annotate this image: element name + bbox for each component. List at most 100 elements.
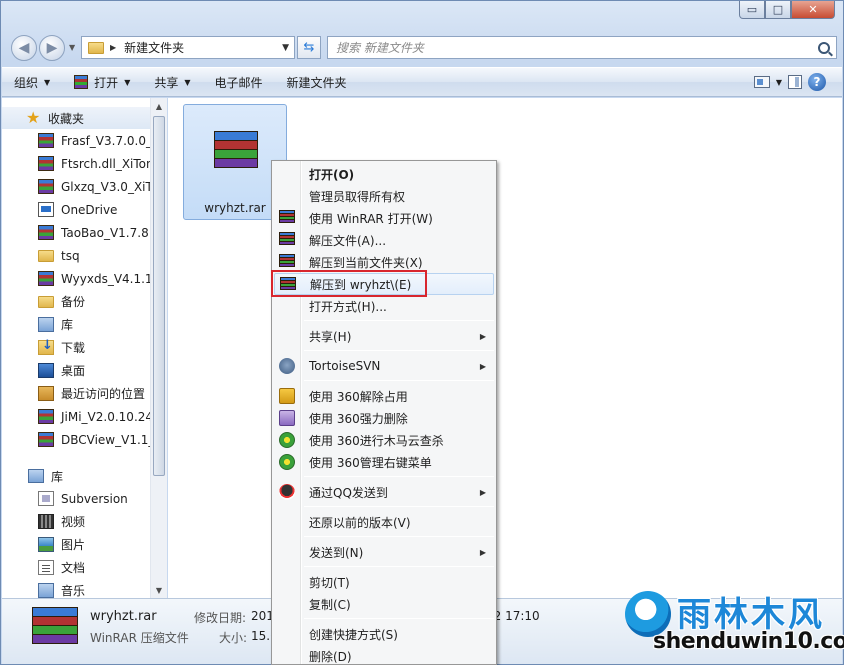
winrar-icon bbox=[38, 271, 54, 286]
recent-pages-dropdown[interactable]: ▼ bbox=[69, 43, 75, 52]
maximize-button[interactable]: □ bbox=[765, 1, 791, 19]
address-path: 新建文件夹 bbox=[124, 41, 185, 55]
context-menu-item[interactable]: 使用 360管理右键菜单 bbox=[274, 451, 494, 473]
forward-button[interactable]: ▶ bbox=[39, 35, 65, 61]
nav-favorite-item[interactable]: 库 bbox=[2, 313, 151, 336]
organize-button[interactable]: 组织 ▼ bbox=[2, 68, 62, 96]
winrar-archive-icon bbox=[214, 131, 258, 171]
nav-library-item-label: 文档 bbox=[61, 561, 86, 575]
nav-favorite-item[interactable]: tsq bbox=[2, 244, 151, 267]
back-button[interactable]: ◀ bbox=[11, 35, 37, 61]
file-list: wryhzt.rar bbox=[168, 98, 842, 598]
address-bar[interactable]: ▶ 新建文件夹 ▼ bbox=[81, 36, 295, 59]
context-menu-item[interactable]: 还原以前的版本(V) bbox=[274, 511, 494, 533]
folder-icon bbox=[38, 249, 54, 262]
nav-library-item[interactable]: Subversion bbox=[2, 487, 151, 510]
nav-library-item[interactable]: 文档 bbox=[2, 556, 151, 579]
tortoisesvn-icon bbox=[279, 358, 295, 374]
360-unlock-icon bbox=[279, 388, 295, 404]
nav-libraries[interactable]: 库 bbox=[2, 465, 166, 487]
menu-separator bbox=[304, 506, 494, 507]
nav-favorite-item[interactable]: TaoBao_V1.7.8.3 bbox=[2, 221, 151, 244]
organize-label: 组织 bbox=[14, 75, 39, 90]
change-view-icon[interactable] bbox=[753, 76, 770, 88]
share-button[interactable]: 共享 ▼ bbox=[142, 68, 202, 96]
winrar-icon bbox=[38, 133, 54, 148]
context-menu-item-label: 使用 360解除占用 bbox=[309, 389, 408, 404]
arrow-left-icon: ◀ bbox=[18, 40, 30, 56]
context-menu-item[interactable]: 使用 360进行木马云查杀 bbox=[274, 429, 494, 451]
360-scan-icon bbox=[279, 432, 295, 448]
nav-favorite-item[interactable]: OneDrive bbox=[2, 198, 151, 221]
nav-favorite-item-label: Frasf_V3.7.0.0_XiTongZhiJia bbox=[61, 133, 151, 148]
winrar-icon bbox=[38, 225, 54, 240]
preview-pane-icon[interactable] bbox=[788, 75, 802, 89]
library-icon bbox=[28, 469, 44, 483]
nav-favorite-item[interactable]: Frasf_V3.7.0.0_XiTongZhiJia bbox=[2, 129, 151, 152]
context-menu-item[interactable]: 复制(C) bbox=[274, 593, 494, 615]
context-menu-item[interactable]: 发送到(N) ▶ bbox=[274, 541, 494, 563]
qq-icon bbox=[279, 484, 295, 500]
context-menu-item[interactable]: 使用 WinRAR 打开(W) bbox=[274, 207, 494, 229]
menu-separator bbox=[304, 320, 494, 321]
search-input[interactable]: 搜索 新建文件夹 bbox=[336, 39, 818, 56]
nav-favorite-item[interactable]: Glxzq_V3.0_XiTongZhiJia bbox=[2, 175, 151, 198]
nav-favorite-item-label: Wyyxds_V4.1.1.1 bbox=[61, 271, 151, 286]
submenu-arrow-icon: ▶ bbox=[479, 331, 486, 341]
nav-favorite-item[interactable]: Wyyxds_V4.1.1.1 bbox=[2, 267, 151, 290]
command-bar-right: ▼ ? bbox=[753, 73, 842, 91]
nav-library-item[interactable]: 图片 bbox=[2, 533, 151, 556]
nav-library-item-label: 图片 bbox=[61, 538, 86, 552]
search-icon[interactable] bbox=[818, 41, 830, 54]
minimize-button[interactable]: ▭ bbox=[739, 1, 765, 19]
nav-library-item[interactable]: 音乐 bbox=[2, 579, 151, 598]
address-history-dropdown[interactable]: ▼ bbox=[282, 43, 289, 53]
context-menu-item[interactable]: 使用 360强力删除 bbox=[274, 407, 494, 429]
context-menu-item[interactable]: 创建快捷方式(S) bbox=[274, 623, 494, 645]
nav-favorite-item[interactable]: 桌面 bbox=[2, 359, 151, 382]
nav-favorite-item-label: 下载 bbox=[61, 341, 86, 355]
nav-favorite-item[interactable]: 下载 bbox=[2, 336, 151, 359]
context-menu-item-label: 解压到当前文件夹(X) bbox=[309, 255, 423, 270]
context-menu-item[interactable]: 通过QQ发送到 ▶ bbox=[274, 481, 494, 503]
context-menu-item[interactable]: 删除(D) bbox=[274, 645, 494, 665]
nav-favorite-item[interactable]: 备份 bbox=[2, 290, 151, 313]
help-icon[interactable]: ? bbox=[808, 73, 826, 91]
context-menu-item[interactable]: 共享(H) ▶ bbox=[274, 325, 494, 347]
email-button[interactable]: 电子邮件 bbox=[203, 68, 275, 96]
context-menu-item[interactable]: 管理员取得所有权 bbox=[274, 185, 494, 207]
context-menu-item-label: 使用 360管理右键菜单 bbox=[309, 455, 432, 470]
context-menu-item[interactable]: 打开方式(H)... bbox=[274, 295, 494, 317]
close-button[interactable]: ✕ bbox=[791, 1, 835, 19]
nav-favorite-item[interactable]: Ftsrch.dll_XiTongZhiJia bbox=[2, 152, 151, 175]
watermark: 雨林木风 shenduwin10.com bbox=[621, 585, 844, 663]
nav-favorite-item-label: Ftsrch.dll_XiTongZhiJia bbox=[61, 156, 151, 171]
breadcrumb-arrow-icon[interactable]: ▶ bbox=[110, 43, 116, 52]
scroll-thumb[interactable] bbox=[153, 116, 165, 476]
nav-favorite-item[interactable]: DBCView_V1.1_XiTongZhiJia bbox=[2, 428, 151, 451]
nav-favorite-item[interactable]: 最近访问的位置 bbox=[2, 382, 151, 405]
new-folder-button[interactable]: 新建文件夹 bbox=[275, 68, 359, 96]
nav-scrollbar[interactable]: ▲ ▼ bbox=[150, 98, 167, 598]
refresh-button[interactable]: ⇆ bbox=[297, 36, 321, 59]
recent-places-icon bbox=[38, 386, 54, 401]
nav-favorite-item-label: 库 bbox=[61, 318, 74, 332]
nav-library-item[interactable]: 视频 bbox=[2, 510, 151, 533]
context-menu-item[interactable]: 打开(O) bbox=[274, 163, 494, 185]
search-box[interactable]: 搜索 新建文件夹 bbox=[327, 36, 837, 59]
view-dropdown-icon[interactable]: ▼ bbox=[776, 78, 782, 87]
nav-favorites[interactable]: ★ 收藏夹 bbox=[2, 107, 151, 129]
scroll-down-icon[interactable]: ▼ bbox=[151, 582, 167, 598]
context-menu-item[interactable]: 解压文件(A)... bbox=[274, 229, 494, 251]
nav-favorite-item-label: JiMi_V2.0.10.24_XiTongZhiJia bbox=[61, 409, 151, 424]
open-button[interactable]: 打开 ▼ bbox=[62, 68, 142, 96]
nav-favorite-item[interactable]: JiMi_V2.0.10.24_XiTongZhiJia bbox=[2, 405, 151, 428]
context-menu-item[interactable]: 剪切(T) bbox=[274, 571, 494, 593]
desktop-icon bbox=[38, 363, 54, 378]
context-menu-item[interactable]: TortoiseSVN ▶ bbox=[274, 355, 494, 377]
context-menu-item[interactable]: 使用 360解除占用 bbox=[274, 385, 494, 407]
context-menu-item-label: TortoiseSVN bbox=[309, 359, 381, 373]
nav-favorites-label: 收藏夹 bbox=[48, 111, 85, 126]
scroll-up-icon[interactable]: ▲ bbox=[151, 98, 167, 114]
onedrive-icon bbox=[38, 202, 54, 217]
